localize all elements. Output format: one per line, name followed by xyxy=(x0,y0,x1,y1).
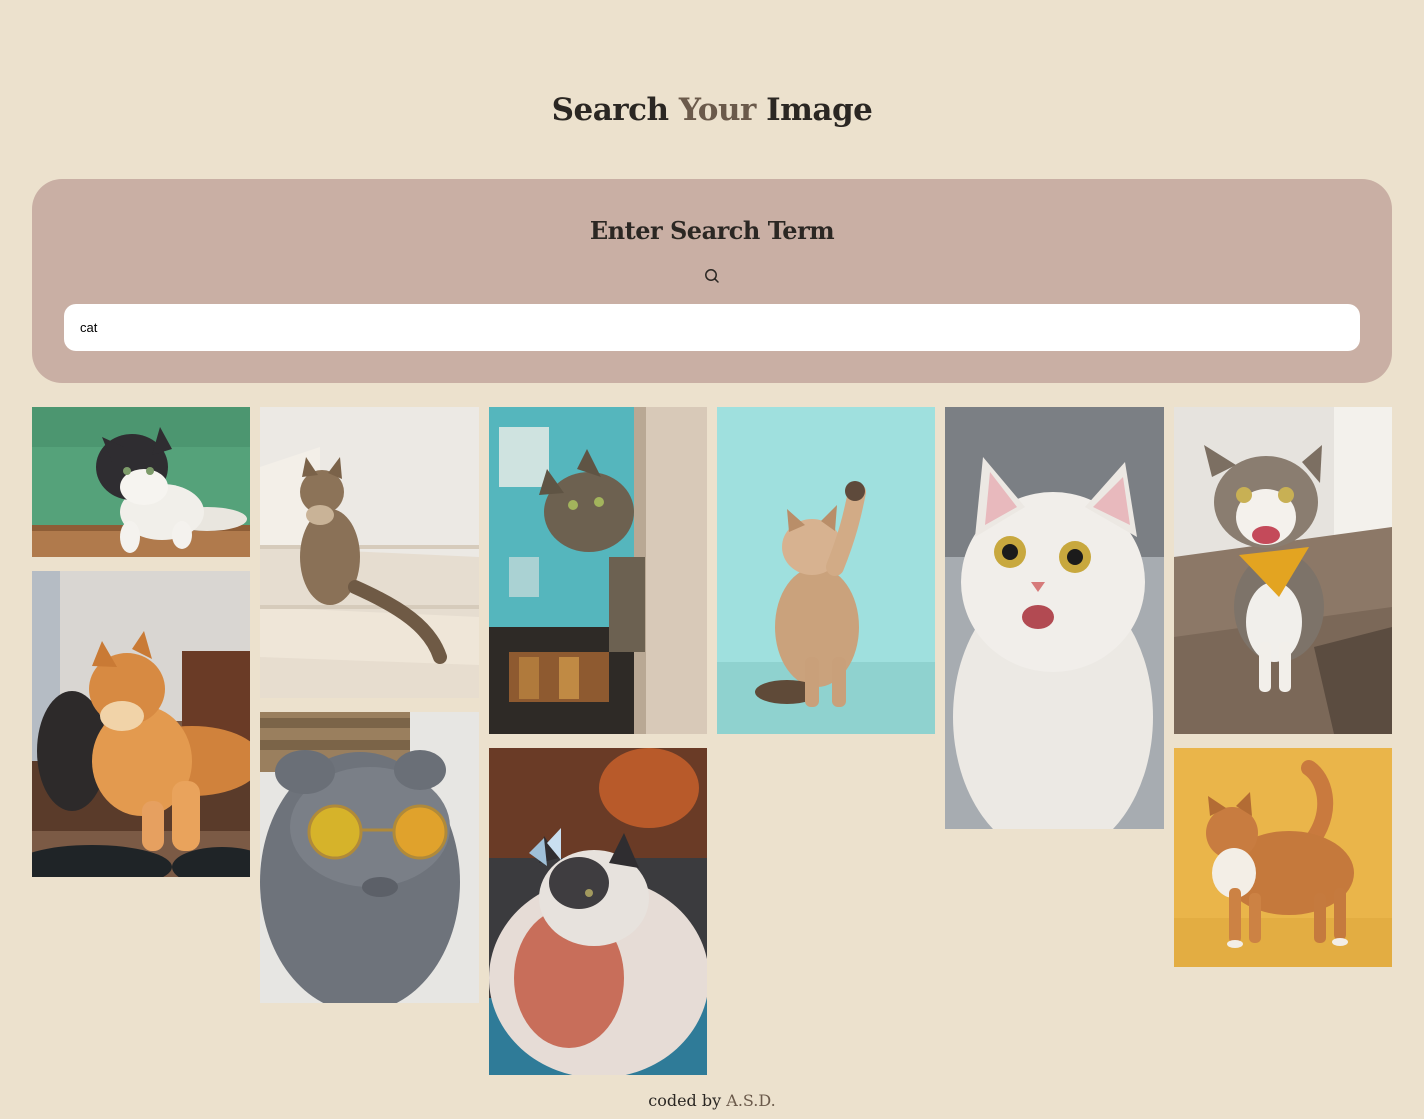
gallery-image-orange-cat-yellow[interactable] xyxy=(1174,748,1392,967)
title-word-your: Your xyxy=(678,92,756,128)
gallery-image-tabby-peeking[interactable] xyxy=(489,407,707,734)
gallery-image-tabby-stairs[interactable] xyxy=(260,407,479,698)
search-heading: Enter Search Term xyxy=(589,216,835,245)
search-icon[interactable] xyxy=(703,267,721,285)
footer: coded by A.S.D. xyxy=(0,1089,1424,1113)
gallery-image-orange-cat-table[interactable] xyxy=(32,571,250,877)
search-input[interactable] xyxy=(64,304,1360,351)
title-word-image: Image xyxy=(766,92,873,128)
title-word-search: Search xyxy=(551,92,669,128)
footer-author: A.S.D. xyxy=(726,1091,776,1110)
page-title: Search Your Image xyxy=(0,88,1424,132)
gallery-image-kitten-paw-up[interactable] xyxy=(717,407,935,734)
footer-prefix: coded by xyxy=(648,1091,722,1110)
gallery-image-calico-butterfly[interactable] xyxy=(489,748,707,1075)
gallery-image-white-cat-surprised[interactable] xyxy=(945,407,1164,829)
gallery-image-cat-sunglasses[interactable] xyxy=(260,712,479,1003)
gallery-image-cat-bandana[interactable] xyxy=(1174,407,1392,734)
gallery-image-cat-green-wall[interactable] xyxy=(32,407,250,557)
